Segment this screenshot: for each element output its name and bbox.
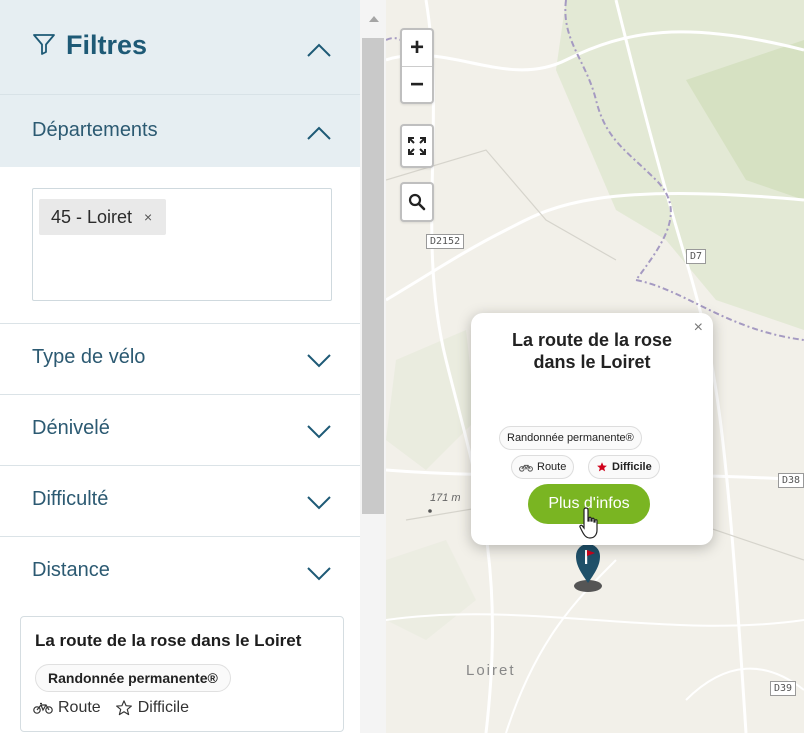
chevron-up-icon[interactable]	[306, 42, 332, 58]
result-title: La route de la rose dans le Loiret	[35, 631, 302, 650]
departments-header[interactable]: Départements	[0, 95, 360, 167]
mouse-cursor	[579, 506, 603, 551]
sidebar-scrollbar[interactable]	[360, 0, 386, 733]
popup-badge: Randonnée permanente®	[499, 426, 642, 450]
chevron-down-icon[interactable]	[306, 494, 332, 510]
place-label: Loiret	[466, 662, 516, 679]
map-search-button[interactable]	[400, 182, 434, 222]
remove-tag-icon[interactable]: ×	[144, 209, 152, 225]
departments-select[interactable]: 45 - Loiret ×	[32, 188, 332, 301]
filters-sidebar: Filtres Départements 45 - Loiret × Type …	[0, 0, 360, 733]
filter-difficulty[interactable]: Difficulté	[0, 465, 360, 536]
result-card[interactable]: La route de la rose dans le Loiret Rando…	[20, 616, 344, 732]
popup-title: La route de la rose dans le Loiret	[511, 330, 673, 372]
filter-elevation[interactable]: Dénivelé	[0, 394, 360, 465]
road-label: D38	[778, 473, 804, 488]
departments-title: Départements	[32, 119, 158, 141]
bicycle-icon	[519, 464, 533, 472]
difficulty-tag: Difficile	[115, 699, 189, 717]
result-tags: Route Difficile	[33, 699, 189, 717]
bicycle-icon	[33, 702, 53, 714]
difficulty-label: Difficile	[137, 699, 189, 716]
popup-bike-type-tag: Route	[511, 455, 575, 479]
elevation-label: 171 m	[430, 492, 461, 504]
zoom-out-button[interactable]: −	[402, 67, 432, 103]
filter-distance[interactable]: Distance	[0, 536, 360, 607]
bike-type-label: Route	[58, 699, 101, 716]
road-label: D7	[686, 249, 707, 264]
close-icon[interactable]: ×	[694, 319, 703, 337]
filter-icon	[33, 34, 55, 55]
scrollbar-thumb[interactable]	[362, 38, 384, 514]
department-tag-label: 45 - Loiret	[51, 206, 133, 227]
scroll-up-arrow-icon[interactable]	[369, 16, 379, 22]
chevron-down-icon[interactable]	[306, 352, 332, 368]
map-view[interactable]: + − D2152 D7 D38 D39 171 m Loiret × La r…	[386, 0, 804, 733]
search-icon	[408, 193, 426, 211]
popup-difficulty-label: Difficile	[612, 461, 652, 473]
road-label: D2152	[426, 234, 465, 249]
zoom-in-button[interactable]: +	[402, 30, 432, 66]
fullscreen-button[interactable]	[400, 124, 434, 168]
filters-header[interactable]: Filtres	[0, 0, 360, 95]
filter-label: Dénivelé	[32, 417, 110, 439]
bike-type-tag: Route	[33, 699, 101, 717]
road-label: D39	[770, 681, 797, 696]
filter-label: Distance	[32, 559, 110, 581]
chevron-down-icon[interactable]	[306, 423, 332, 439]
fullscreen-icon	[408, 137, 426, 155]
filter-label: Difficulté	[32, 488, 109, 510]
zoom-control: + −	[400, 28, 434, 104]
hand-cursor-icon	[579, 507, 598, 539]
filters-title: Filtres	[66, 30, 148, 60]
chevron-down-icon[interactable]	[306, 565, 332, 581]
filter-bike-type[interactable]: Type de vélo	[0, 323, 360, 394]
star-filled-icon	[597, 462, 607, 472]
department-tag: 45 - Loiret ×	[39, 199, 167, 235]
popup-difficulty-tag: Difficile	[588, 455, 660, 479]
popup-bike-type-label: Route	[537, 461, 567, 473]
filter-label: Type de vélo	[32, 346, 146, 368]
star-outline-icon	[115, 700, 132, 716]
result-badge: Randonnée permanente®	[35, 664, 231, 692]
chevron-up-icon[interactable]	[306, 125, 332, 141]
